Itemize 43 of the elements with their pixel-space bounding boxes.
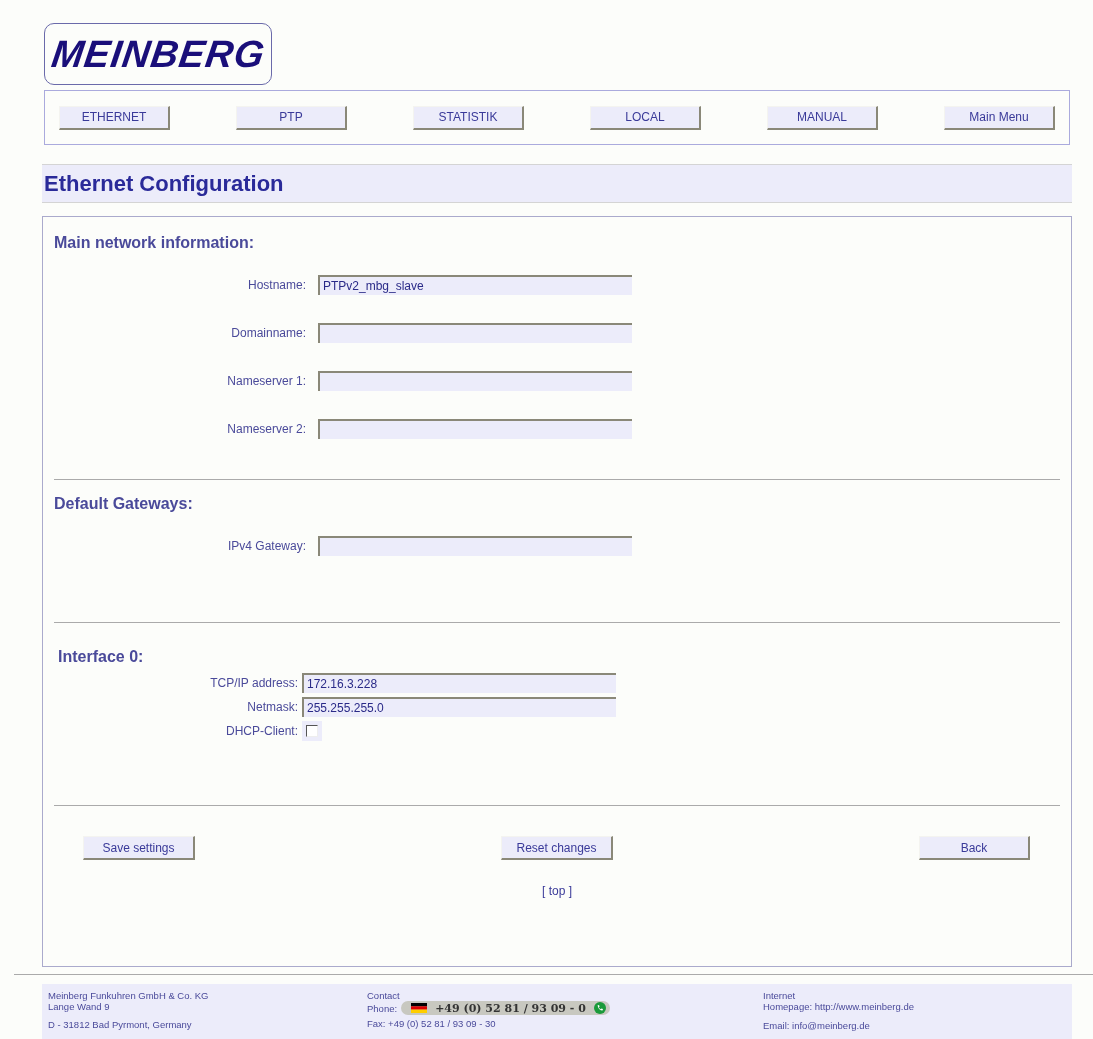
field-label: Hostname: [246,277,307,294]
input-field[interactable] [318,371,632,391]
section-heading: Default Gateways: [54,494,194,514]
flag-icon [411,1003,428,1013]
input-field[interactable]: PTPv2_mbg_slave [318,275,632,295]
input-field[interactable]: 255.255.255.0 [302,697,616,717]
nav-button[interactable]: PTP [236,105,347,130]
nav-button[interactable]: STATISTIK [413,105,524,130]
input-field[interactable] [318,419,632,439]
field-label: Domainname: [230,325,307,342]
email-line: Email: info@meinberg.de [763,1020,871,1031]
field-label: DHCP-Client: [225,723,299,740]
logo: MEINBERG [48,35,268,73]
action-button[interactable]: Reset changes [501,836,613,860]
address-line: Meinberg Funkuhren GmbH & Co. KG [48,990,210,1001]
checkbox[interactable] [302,721,322,741]
address-line: Lange Wand 9 [48,1001,111,1012]
phone-icon [593,1002,606,1014]
field-label: TCP/IP address: [209,675,299,692]
nav-button[interactable]: Main Menu [944,105,1055,130]
homepage-line: Homepage: http://www.meinberg.de [763,1001,915,1012]
section-heading: Main network information: [54,233,255,253]
section-heading: Interface 0: [58,647,145,667]
phone-number: +49 (0) 52 81 / 93 09 - 0 [435,1002,586,1014]
input-field[interactable] [318,536,632,556]
action-button[interactable]: Back [919,836,1030,860]
page-title: Ethernet Configuration [42,164,1072,203]
field-label: IPv4 Gateway: [226,538,307,555]
field-label: Nameserver 1: [226,373,307,390]
top-link[interactable]: [ top ] [542,884,572,898]
fax-line: Fax: +49 (0) 52 81 / 93 09 - 30 [367,1018,497,1029]
input-field[interactable]: 172.16.3.228 [302,673,616,693]
phone-label: Phone: [367,1002,398,1014]
internet-heading: Internet [763,990,797,1001]
field-label: Netmask: [246,699,299,716]
nav-button[interactable]: MANUAL [767,105,878,130]
address-line: D - 31812 Bad Pyrmont, Germany [48,1019,193,1030]
field-label: Nameserver 2: [226,421,307,438]
nav-button[interactable]: LOCAL [590,105,701,130]
action-button[interactable]: Save settings [83,836,195,860]
contact-heading: Contact [367,990,401,1001]
nav-button[interactable]: ETHERNET [59,105,170,130]
input-field[interactable] [318,323,632,343]
